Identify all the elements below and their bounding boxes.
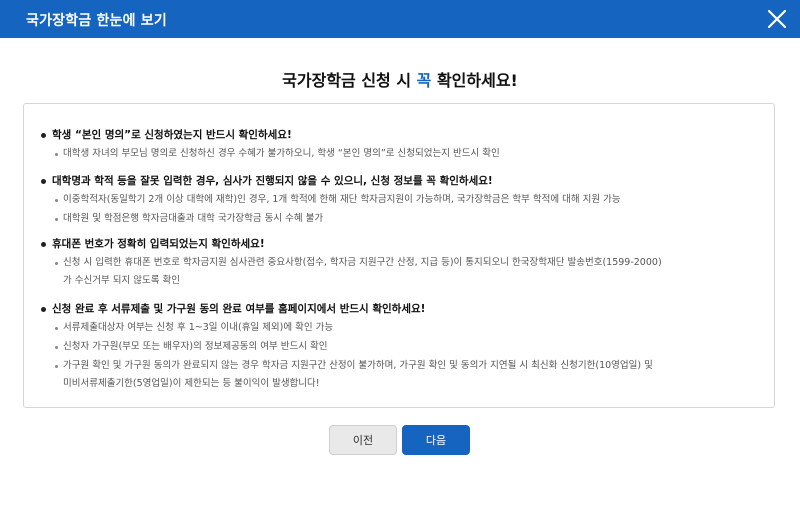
section-item-text: 대학원 및 학점은행 학자금대출과 대학 국가장학금 동시 수혜 불가 [63, 213, 324, 224]
section-item: 대학생 자녀의 부모님 명의로 신청하신 경우 수혜가 불가하오니, 학생 “본… [40, 147, 762, 161]
section-item: 신청자 가구원(부모 또는 배우자)의 정보제공동의 여부 반드시 확인 [40, 340, 762, 354]
section-item: 신청 시 입력한 휴대폰 번호로 학자금지원 심사관련 중요사항(접수, 학자금… [40, 256, 762, 288]
notice-section: 휴대폰 번호가 정확히 입력되었는지 확인하세요! 신청 시 입력한 휴대폰 번… [40, 237, 762, 288]
section-title: 휴대폰 번호가 정확히 입력되었는지 확인하세요! [40, 237, 762, 251]
section-title: 신청 완료 후 서류제출 및 가구원 동의 완료 여부를 홈페이지에서 반드시 … [40, 302, 762, 316]
next-button[interactable]: 다음 [402, 425, 470, 455]
close-icon [767, 9, 787, 29]
headline-suffix: 확인하세요! [431, 71, 518, 90]
section-item: 대학원 및 학점은행 학자금대출과 대학 국가장학금 동시 수혜 불가 [40, 212, 762, 226]
section-item-text: 신청 시 입력한 휴대폰 번호로 학자금지원 심사관련 중요사항(접수, 학자금… [63, 257, 662, 268]
notice-section: 학생 “본인 명의”로 신청하였는지 반드시 확인하세요! 대학생 자녀의 부모… [40, 128, 762, 161]
section-item: 서류제출대상자 여부는 신청 후 1~3일 이내(휴일 제외)에 확인 가능 [40, 321, 762, 335]
section-item-text: 서류제출대상자 여부는 신청 후 1~3일 이내(휴일 제외)에 확인 가능 [63, 322, 334, 333]
section-item-text: 이중학적자(동일학기 2개 이상 대학에 재학)인 경우, 1개 학적에 한해 … [63, 194, 621, 205]
headline-prefix: 국가장학금 신청 시 [282, 71, 417, 90]
section-title: 학생 “본인 명의”로 신청하였는지 반드시 확인하세요! [40, 128, 762, 142]
notice-section: 대학명과 학적 등을 잘못 입력한 경우, 심사가 진행되지 않을 수 있으니,… [40, 174, 762, 226]
modal-title: 국가장학금 한눈에 보기 [26, 13, 167, 29]
section-item-continuation: 미비서류제출기한(5영업일)이 제한되는 등 불이익이 발생합니다! [63, 378, 320, 389]
notice-section: 신청 완료 후 서류제출 및 가구원 동의 완료 여부를 홈페이지에서 반드시 … [40, 302, 762, 391]
section-item-text: 신청자 가구원(부모 또는 배우자)의 정보제공동의 여부 반드시 확인 [63, 341, 328, 352]
section-title: 대학명과 학적 등을 잘못 입력한 경우, 심사가 진행되지 않을 수 있으니,… [40, 174, 762, 188]
section-item-text: 가구원 확인 및 가구원 동의가 완료되지 않는 경우 학자금 지원구간 산정이… [63, 360, 653, 371]
close-button[interactable] [766, 8, 788, 30]
page-headline: 국가장학금 신청 시 꼭 확인하세요! [0, 67, 800, 91]
section-item-text: 대학생 자녀의 부모님 명의로 신청하신 경우 수혜가 불가하오니, 학생 “본… [63, 148, 500, 159]
section-item: 가구원 확인 및 가구원 동의가 완료되지 않는 경우 학자금 지원구간 산정이… [40, 359, 762, 391]
prev-button[interactable]: 이전 [329, 425, 397, 455]
modal-header: 국가장학금 한눈에 보기 [0, 0, 800, 38]
headline-highlight: 꼭 [416, 71, 432, 90]
section-item: 이중학적자(동일학기 2개 이상 대학에 재학)인 경우, 1개 학적에 한해 … [40, 193, 762, 207]
notice-panel: 학생 “본인 명의”로 신청하였는지 반드시 확인하세요! 대학생 자녀의 부모… [23, 103, 775, 408]
section-item-continuation: 가 수신거부 되지 않도록 확인 [63, 275, 180, 286]
